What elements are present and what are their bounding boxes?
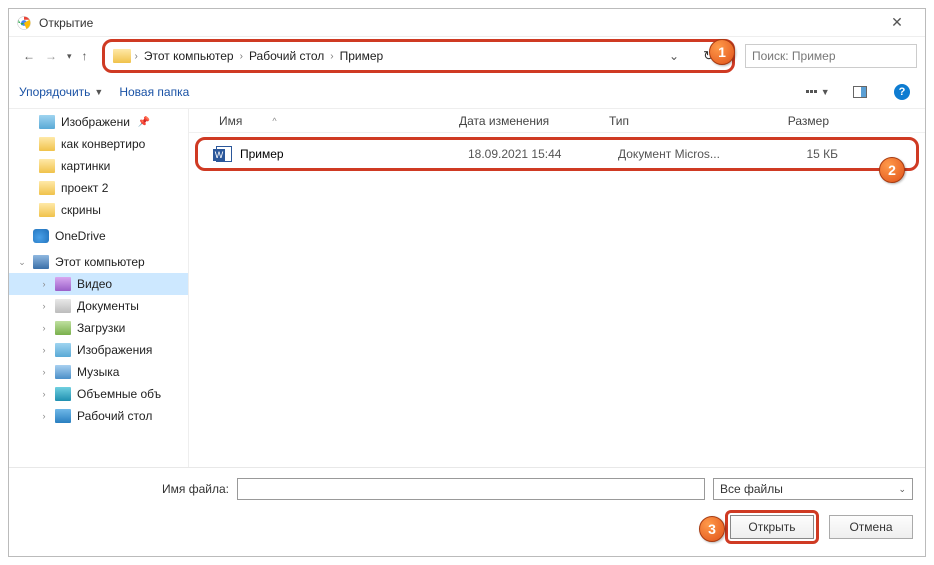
organize-button[interactable]: Упорядочить ▼ [19,85,103,99]
folder-icon [113,49,131,63]
sidebar-item[interactable]: проект 2 [9,177,188,199]
new-folder-button[interactable]: Новая папка [119,85,189,99]
recent-dropdown[interactable]: ▾ [67,51,72,62]
chevron-right-icon: › [135,51,138,62]
window-title: Открытие [39,16,877,30]
file-size: 15 КБ [758,147,838,161]
sidebar-thispc[interactable]: ⌄Этот компьютер [9,251,188,273]
sidebar-item[interactable]: как конвертиро [9,133,188,155]
footer: Имя файла: Все файлы⌄ Открыть Отмена [9,467,925,556]
address-bar[interactable]: › Этот компьютер › Рабочий стол › Пример… [105,47,732,65]
word-doc-icon [216,146,232,162]
folder-icon [39,181,55,195]
folder-icon [39,137,55,151]
forward-button[interactable]: → [45,49,57,63]
preview-pane-button[interactable] [847,81,873,103]
file-date: 18.09.2021 15:44 [468,147,618,161]
titlebar: Открытие ✕ [9,9,925,37]
chevron-down-icon: ⌄ [898,484,906,495]
chevron-right-icon: › [240,51,243,62]
col-size[interactable]: Размер [749,114,829,128]
downloads-icon [55,321,71,335]
address-bar-highlight: › Этот компьютер › Рабочий стол › Пример… [102,39,735,73]
column-headers: Имя^ Дата изменения Тип Размер [189,109,925,133]
sidebar-item[interactable]: ›Музыка [9,361,188,383]
open-button[interactable]: Открыть [730,515,814,539]
desktop-icon [55,409,71,423]
sort-asc-icon: ^ [272,116,276,126]
nav-arrows: ← → ▾ ↑ [15,49,96,63]
file-open-dialog: Открытие ✕ ← → ▾ ↑ › Этот компьютер › Ра… [8,8,926,557]
callout-2: 2 [879,157,905,183]
pin-icon: 📌 [138,117,150,128]
file-row-highlight: Пример 18.09.2021 15:44 Документ Micros.… [195,137,919,171]
breadcrumb-item[interactable]: Этот компьютер [142,47,236,65]
chrome-icon [17,16,31,30]
address-dropdown[interactable]: ⌄ [659,49,689,63]
help-icon: ? [894,84,910,100]
sidebar-item[interactable]: ›Загрузки [9,317,188,339]
sidebar-item[interactable]: скрины [9,199,188,221]
sidebar-item[interactable]: ›Рабочий стол [9,405,188,427]
file-type-filter[interactable]: Все файлы⌄ [713,478,913,500]
chevron-right-icon: › [330,51,333,62]
file-type: Документ Micros... [618,147,758,161]
sidebar-item[interactable]: ›Видео [9,273,188,295]
onedrive-icon [33,229,49,243]
breadcrumb-item[interactable]: Пример [338,47,386,65]
file-row[interactable]: Пример 18.09.2021 15:44 Документ Micros.… [216,146,898,162]
toolbar: Упорядочить ▼ Новая папка ▼ ? [9,75,925,109]
folder-icon [39,159,55,173]
collapse-icon[interactable]: ⌄ [17,257,27,268]
view-mode-button[interactable]: ▼ [805,81,831,103]
folder-icon [39,203,55,217]
breadcrumb-item[interactable]: Рабочий стол [247,47,326,65]
navbar: ← → ▾ ↑ › Этот компьютер › Рабочий стол … [9,37,925,75]
pc-icon [33,255,49,269]
search-placeholder: Поиск: Пример [752,49,836,63]
music-icon [55,365,71,379]
file-name: Пример [240,147,468,161]
callout-1: 1 [709,39,735,65]
col-type[interactable]: Тип [609,114,749,128]
cancel-button[interactable]: Отмена [829,515,913,539]
close-button[interactable]: ✕ [877,14,917,31]
sidebar-item[interactable]: ›Документы [9,295,188,317]
callout-3: 3 [699,516,725,542]
col-name[interactable]: Имя^ [219,114,459,128]
sidebar-item[interactable]: Изображени📌 [9,111,188,133]
sidebar-onedrive[interactable]: OneDrive [9,225,188,247]
sidebar: Изображени📌 как конвертиро картинки прое… [9,109,189,467]
filename-input[interactable] [237,478,705,500]
pictures-icon [55,343,71,357]
col-date[interactable]: Дата изменения [459,114,609,128]
search-input[interactable]: Поиск: Пример [745,44,917,68]
file-area[interactable]: Пример 18.09.2021 15:44 Документ Micros.… [189,133,925,467]
back-button[interactable]: ← [23,49,35,63]
file-list-area: Имя^ Дата изменения Тип Размер Пример 18… [189,109,925,467]
video-icon [55,277,71,291]
sidebar-item[interactable]: картинки [9,155,188,177]
3d-icon [55,387,71,401]
preview-icon [853,86,867,98]
open-button-highlight: Открыть [725,510,819,544]
help-button[interactable]: ? [889,81,915,103]
expand-icon[interactable]: › [39,279,49,289]
pictures-icon [39,115,55,129]
sidebar-item[interactable]: ›Изображения [9,339,188,361]
body: Изображени📌 как конвертиро картинки прое… [9,109,925,467]
chevron-down-icon: ▼ [94,87,103,97]
documents-icon [55,299,71,313]
filename-label: Имя файла: [21,482,229,496]
up-button[interactable]: ↑ [82,49,88,63]
sidebar-item[interactable]: ›Объемные объ [9,383,188,405]
